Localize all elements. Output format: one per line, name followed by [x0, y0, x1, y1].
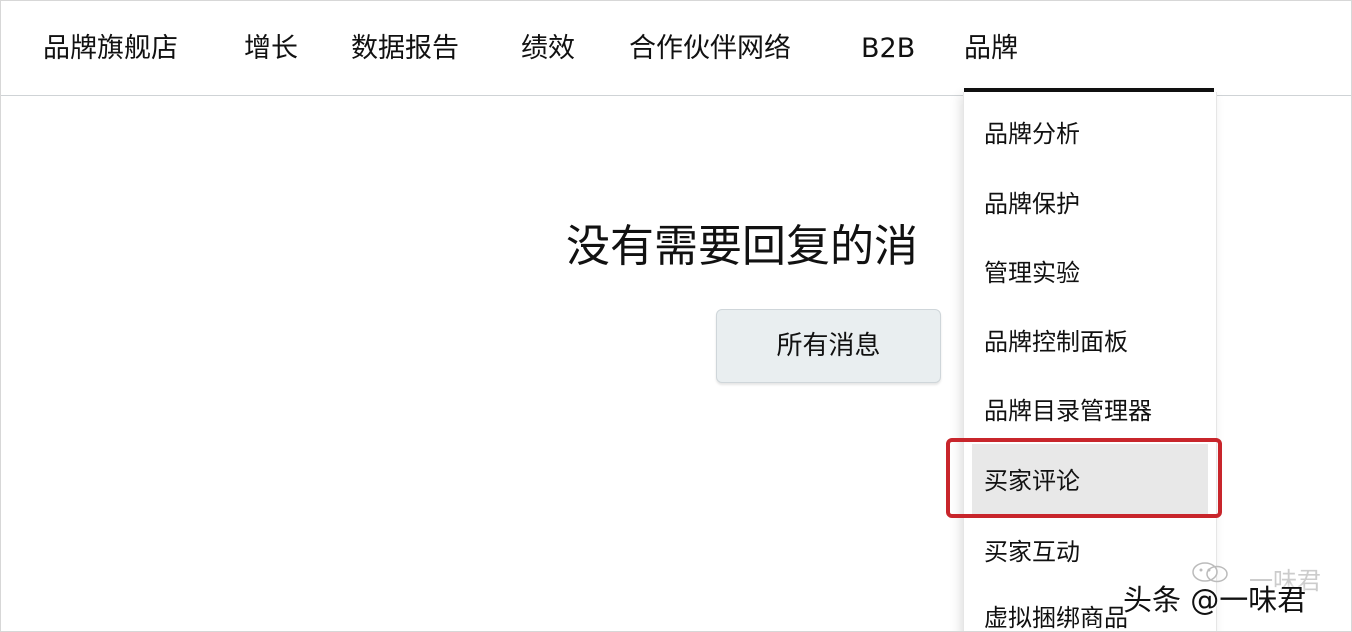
page-heading: 没有需要回复的消: [566, 221, 918, 272]
nav-item-brand-store[interactable]: 品牌旗舰店: [43, 29, 178, 69]
brand-dropdown-menu: 品牌分析 品牌保护 管理实验 品牌控制面板 品牌目录管理器 买家评论 买家互动 …: [963, 92, 1217, 631]
nav-item-b2b[interactable]: B2B: [861, 29, 915, 69]
menu-item-brand-catalog-manager[interactable]: 品牌目录管理器: [984, 393, 1152, 429]
nav-item-performance[interactable]: 绩效: [521, 29, 575, 69]
app-window: 品牌旗舰店 增长 数据报告 绩效 合作伙伴网络 B2B 品牌 没有需要回复的消 …: [0, 0, 1352, 632]
all-messages-button[interactable]: 所有消息: [716, 309, 941, 383]
nav-item-data-reports[interactable]: 数据报告: [351, 29, 459, 69]
watermark-text: 头条 @一味君: [1123, 583, 1307, 617]
nav-item-growth[interactable]: 增长: [244, 29, 298, 69]
menu-item-brand-protection[interactable]: 品牌保护: [984, 186, 1080, 222]
menu-item-virtual-bundles[interactable]: 虚拟捆绑商品: [984, 600, 1128, 631]
menu-item-brand-analytics[interactable]: 品牌分析: [984, 116, 1080, 152]
top-nav: 品牌旗舰店 增长 数据报告 绩效 合作伙伴网络 B2B 品牌: [1, 1, 1351, 96]
menu-item-manage-experiments[interactable]: 管理实验: [984, 255, 1080, 291]
nav-item-brand[interactable]: 品牌: [964, 29, 1214, 92]
nav-item-partner-network[interactable]: 合作伙伴网络: [629, 29, 791, 69]
menu-item-customer-reviews[interactable]: 买家评论: [972, 444, 1208, 518]
watermark: 一味君 头条 @一味君: [1119, 561, 1351, 631]
menu-item-customer-engagement[interactable]: 买家互动: [984, 534, 1080, 570]
menu-item-brand-dashboard[interactable]: 品牌控制面板: [984, 324, 1128, 360]
